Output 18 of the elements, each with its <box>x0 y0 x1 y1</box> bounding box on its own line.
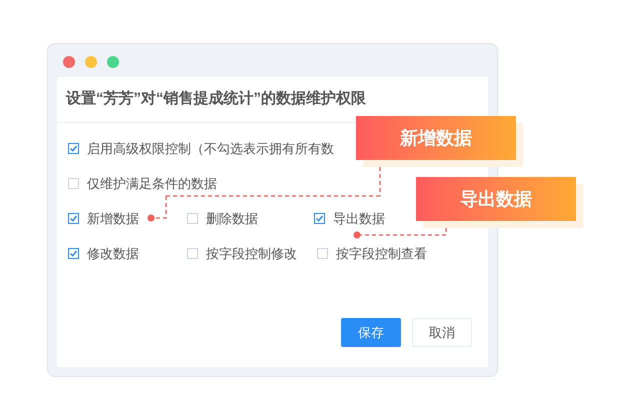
cancel-button[interactable]: 取消 <box>412 318 472 347</box>
checkbox[interactable] <box>68 143 79 154</box>
connector-dot <box>354 232 360 238</box>
checkbox[interactable] <box>314 213 325 224</box>
option-label: 导出数据 <box>333 210 385 228</box>
option-label: 新增数据 <box>87 210 139 228</box>
dialog-title: 设置“芳芳”对“销售提成统计”的数据维护权限 <box>66 89 366 110</box>
checkbox[interactable] <box>68 213 79 224</box>
option-label: 删除数据 <box>206 210 258 228</box>
option-label: 按字段控制查看 <box>336 244 427 263</box>
connector-dot <box>148 214 154 222</box>
option-label: 启用高级权限控制（不勾选表示拥有所有数 <box>87 140 334 158</box>
option-label: 修改数据 <box>87 244 139 263</box>
callout-banner: 新增数据 <box>356 116 516 160</box>
callout-banner: 导出数据 <box>416 177 576 221</box>
option-label: 按字段控制修改 <box>206 244 297 263</box>
option-label: 仅维护满足条件的数据 <box>87 174 217 193</box>
checkbox[interactable] <box>68 248 79 259</box>
